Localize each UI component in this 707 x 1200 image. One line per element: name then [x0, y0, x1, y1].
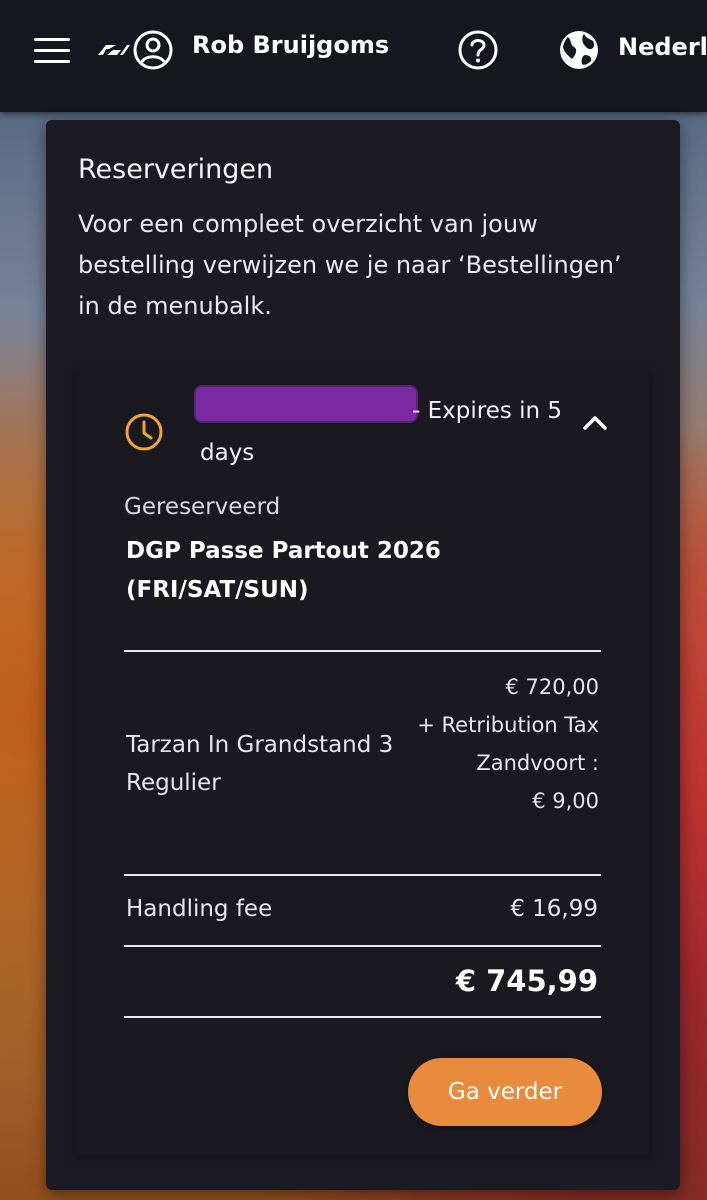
reservation-status: Gereserveerd	[124, 494, 281, 520]
reservation-card: - Expires in 5 days Gereserveerd DGP Pas…	[76, 370, 650, 1156]
divider	[124, 874, 601, 876]
ticket-price: € 720,00	[505, 675, 599, 699]
reservations-panel: Reserveringen Voor een compleet overzich…	[46, 120, 680, 1190]
hamburger-menu-icon[interactable]	[34, 38, 70, 64]
continue-button[interactable]: Ga verder	[408, 1058, 602, 1126]
globe-icon[interactable]	[558, 29, 600, 71]
expiry-label: - Expires in 5 days	[200, 398, 563, 466]
chevron-up-icon[interactable]	[582, 415, 608, 431]
f1-logo[interactable]	[94, 44, 130, 56]
handling-fee-label: Handling fee	[126, 896, 273, 922]
user-name[interactable]: Rob Bruijgoms	[192, 31, 389, 59]
divider	[124, 1016, 601, 1018]
top-navigation-bar: Rob Bruijgoms Nederla	[0, 0, 707, 112]
total-price: € 745,99	[455, 964, 598, 998]
panel-description: Voor een compleet overzicht van jouw bes…	[78, 210, 622, 320]
user-icon[interactable]	[132, 29, 174, 71]
expiry-text: - Expires in 5 days	[200, 390, 580, 474]
language-selector[interactable]: Nederla	[618, 33, 707, 61]
panel-title: Reserveringen	[78, 154, 274, 185]
divider	[124, 945, 601, 947]
ticket-price-block: € 720,00 + Retribution Tax Zandvoort : €…	[366, 668, 599, 820]
handling-fee-value: € 16,99	[510, 896, 598, 922]
product-name: DGP Passe Partout 2026 (FRI/SAT/SUN)	[126, 538, 441, 603]
clock-icon	[125, 413, 163, 451]
divider	[124, 650, 601, 652]
tax-label: + Retribution Tax Zandvoort :	[417, 713, 599, 775]
help-icon[interactable]	[457, 29, 499, 71]
tax-value: € 9,00	[532, 789, 599, 813]
